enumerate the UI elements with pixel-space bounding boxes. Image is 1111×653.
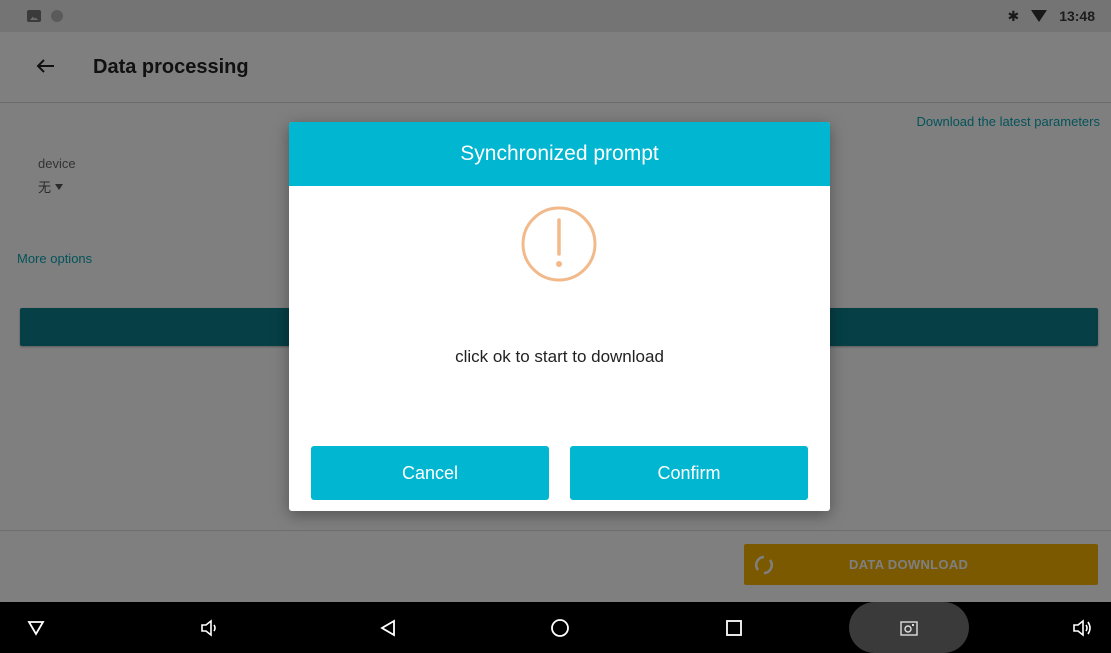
confirm-button[interactable]: Confirm: [570, 446, 808, 500]
recents-icon[interactable]: [714, 602, 754, 653]
back-icon[interactable]: [368, 602, 408, 653]
cancel-button[interactable]: Cancel: [311, 446, 549, 500]
warning-icon: [521, 206, 597, 282]
screenshot-icon[interactable]: [889, 602, 929, 653]
home-icon[interactable]: [540, 602, 580, 653]
dialog-title: Synchronized prompt: [289, 122, 830, 186]
sync-dialog: Synchronized prompt click ok to start to…: [289, 122, 830, 511]
hide-nav-icon[interactable]: [16, 602, 56, 653]
volume-up-icon[interactable]: [1062, 602, 1102, 653]
dialog-message: click ok to start to download: [455, 347, 664, 366]
volume-down-icon[interactable]: [189, 602, 229, 653]
